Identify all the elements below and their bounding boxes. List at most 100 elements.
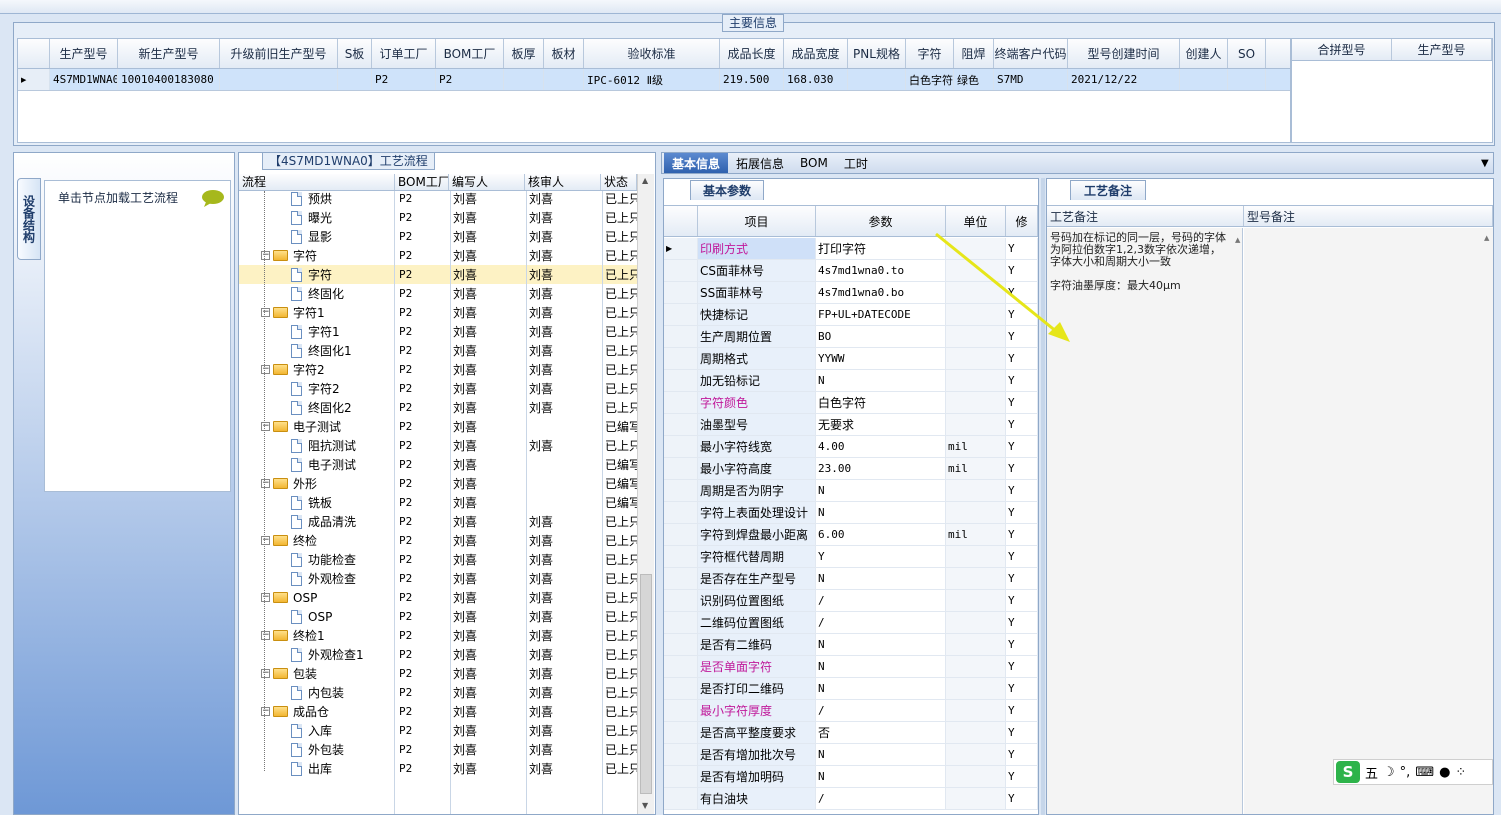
param-row[interactable]: 最小字符厚度 / Y xyxy=(664,700,1038,722)
user-icon[interactable]: ● xyxy=(1439,765,1450,780)
tree-row[interactable]: 字符1 P2 刘喜 刘喜 已上只 xyxy=(239,322,637,341)
param-modify-cell[interactable]: Y xyxy=(1006,744,1038,765)
param-modify-cell[interactable]: Y xyxy=(1006,392,1038,413)
tree-node[interactable]: 预烘 xyxy=(239,189,395,208)
model-note-field[interactable]: ▲ xyxy=(1244,228,1493,814)
main-col-header[interactable]: 升级前旧生产型号 xyxy=(220,39,338,68)
param-value-cell[interactable]: 白色字符 xyxy=(816,392,946,413)
param-value-cell[interactable]: N xyxy=(816,634,946,655)
param-value-cell[interactable]: Y xyxy=(816,546,946,567)
param-value-cell[interactable]: 否 xyxy=(816,722,946,743)
row-indicator[interactable] xyxy=(664,700,698,721)
main-col-header[interactable]: 生产型号 xyxy=(50,39,118,68)
main-cell[interactable]: 白色字符 xyxy=(906,69,954,90)
param-modify-cell[interactable]: Y xyxy=(1006,524,1038,545)
row-indicator[interactable] xyxy=(664,436,698,457)
tree-node[interactable]: 曝光 xyxy=(239,208,395,227)
tab-worktime[interactable]: 工时 xyxy=(836,153,876,173)
row-indicator[interactable] xyxy=(664,480,698,501)
param-value-cell[interactable]: 4s7md1wna0.to xyxy=(816,260,946,281)
scroll-up-icon[interactable]: ▲ xyxy=(642,176,648,185)
tree-row[interactable]: 阻抗测试 P2 刘喜 刘喜 已上只 xyxy=(239,436,637,455)
tree-node[interactable]: 阻抗测试 xyxy=(239,436,395,455)
tree-row[interactable]: 预烘 P2 刘喜 刘喜 已上只 xyxy=(239,189,637,208)
tree-node[interactable]: 入库 xyxy=(239,721,395,740)
main-cell[interactable] xyxy=(848,69,906,90)
param-row[interactable]: 字符到焊盘最小距离 6.00 mil Y xyxy=(664,524,1038,546)
collapse-toggle-icon[interactable]: − xyxy=(261,422,270,431)
keyboard-icon[interactable]: ⌨ xyxy=(1415,765,1434,780)
param-value-cell[interactable]: 4s7md1wna0.bo xyxy=(816,282,946,303)
param-row[interactable]: 是否高平整度要求否 Y xyxy=(664,722,1038,744)
main-col-header[interactable]: 终端客户代码 xyxy=(994,39,1068,68)
param-value-cell[interactable]: N xyxy=(816,502,946,523)
param-modify-cell[interactable]: Y xyxy=(1006,634,1038,655)
tree-row[interactable]: − 成品仓 P2 刘喜 刘喜 已上只 xyxy=(239,702,637,721)
tree-node[interactable]: OSP xyxy=(239,607,395,626)
param-modify-cell[interactable]: Y xyxy=(1006,766,1038,787)
row-indicator[interactable] xyxy=(664,766,698,787)
row-indicator[interactable] xyxy=(664,568,698,589)
param-row[interactable]: 周期是否为阴字 N Y xyxy=(664,480,1038,502)
row-indicator[interactable] xyxy=(664,304,698,325)
param-modify-cell[interactable]: Y xyxy=(1006,546,1038,567)
collapse-toggle-icon[interactable]: − xyxy=(261,479,270,488)
collapse-toggle-icon[interactable]: − xyxy=(261,308,270,317)
tree-node[interactable]: − 字符1 xyxy=(239,303,395,322)
param-row[interactable]: 最小字符高度 23.00 mil Y xyxy=(664,458,1038,480)
main-col-header[interactable]: 验收标准 xyxy=(584,39,720,68)
main-cell[interactable]: 219.500 xyxy=(720,69,784,90)
tree-row[interactable]: 铣板 P2 刘喜 已编写 xyxy=(239,493,637,512)
row-indicator[interactable] xyxy=(664,590,698,611)
tree-node[interactable]: − 成品仓 xyxy=(239,702,395,721)
main-col-header[interactable]: 字符 xyxy=(906,39,954,68)
param-modify-cell[interactable]: Y xyxy=(1006,348,1038,369)
row-indicator[interactable] xyxy=(664,282,698,303)
row-indicator[interactable] xyxy=(664,502,698,523)
main-col-header[interactable]: S板 xyxy=(338,39,372,68)
tree-row[interactable]: 成品清洗 P2 刘喜 刘喜 已上只 xyxy=(239,512,637,531)
row-indicator[interactable] xyxy=(664,458,698,479)
tab-basic-info[interactable]: 基本信息 xyxy=(664,153,729,173)
param-row[interactable]: 油墨型号 无要求 Y xyxy=(664,414,1038,436)
main-cell[interactable]: P2 xyxy=(372,69,436,90)
row-indicator[interactable] xyxy=(664,656,698,677)
tree-node[interactable]: 显影 xyxy=(239,227,395,246)
tree-node[interactable]: − 终检1 xyxy=(239,626,395,645)
param-value-cell[interactable]: / xyxy=(816,590,946,611)
ime-toolbar[interactable]: S 五 ☽ °, ⌨ ● ⁘ xyxy=(1333,759,1493,785)
param-modify-cell[interactable]: Y xyxy=(1006,568,1038,589)
tab-menu-arrow-icon[interactable]: ▼ xyxy=(1481,158,1489,169)
tree-col-header[interactable]: 编写人 xyxy=(449,174,525,190)
param-value-cell[interactable]: YYWW xyxy=(816,348,946,369)
main-info-grid[interactable]: 生产型号 新生产型号 升级前旧生产型号 S板 订单工厂 BOM工厂 板厚 板材 验收标准 成品长度… xyxy=(17,38,1291,143)
model-note-scroll-up-icon[interactable]: ▲ xyxy=(1484,234,1490,242)
main-cell[interactable] xyxy=(1228,69,1266,90)
tab-bom[interactable]: BOM xyxy=(792,153,836,173)
param-value-cell[interactable]: N xyxy=(816,744,946,765)
main-col-header[interactable]: SO xyxy=(1228,39,1266,68)
tree-row[interactable]: 入库 P2 刘喜 刘喜 已上只 xyxy=(239,721,637,740)
tree-row[interactable]: 内包装 P2 刘喜 刘喜 已上只 xyxy=(239,683,637,702)
main-cell[interactable]: 2021/12/22 xyxy=(1068,69,1180,90)
ime-mode-label[interactable]: 五 xyxy=(1365,763,1378,782)
param-modify-cell[interactable]: Y xyxy=(1006,656,1038,677)
main-col-header[interactable]: PNL规格 xyxy=(848,39,906,68)
main-col-header[interactable]: 成品宽度 xyxy=(784,39,848,68)
param-row[interactable]: 周期格式 YYWW Y xyxy=(664,348,1038,370)
param-row[interactable]: 二维码位置图纸 / Y xyxy=(664,612,1038,634)
param-modify-cell[interactable]: Y xyxy=(1006,458,1038,479)
row-indicator[interactable] xyxy=(664,612,698,633)
tree-node[interactable]: 电子测试 xyxy=(239,455,395,474)
param-row[interactable]: 字符颜色 白色字符 Y xyxy=(664,392,1038,414)
tree-node[interactable]: − 包装 xyxy=(239,664,395,683)
tree-row[interactable]: 出库 P2 刘喜 刘喜 已上只 xyxy=(239,759,637,778)
col-header-value[interactable]: 参数 xyxy=(816,206,946,236)
tree-node[interactable]: 终固化 xyxy=(239,284,395,303)
tree-node[interactable]: 字符1 xyxy=(239,322,395,341)
tree-row[interactable]: 字符2 P2 刘喜 刘喜 已上只 xyxy=(239,379,637,398)
collapse-toggle-icon[interactable]: − xyxy=(261,536,270,545)
collapse-toggle-icon[interactable]: − xyxy=(261,669,270,678)
param-value-cell[interactable]: 无要求 xyxy=(816,414,946,435)
param-row[interactable]: 是否存在生产型号 N Y xyxy=(664,568,1038,590)
